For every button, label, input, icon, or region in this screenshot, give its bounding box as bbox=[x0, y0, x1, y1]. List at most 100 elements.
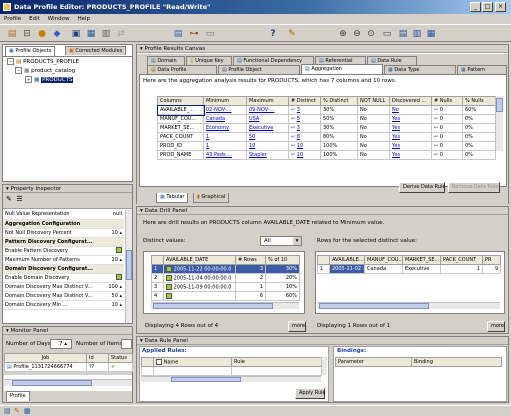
export-icon[interactable]: ▣ bbox=[70, 28, 82, 40]
minimize-button[interactable]: _ bbox=[470, 2, 481, 12]
rows-row[interactable]: 1 2005-11-02 ... Canada Executive 1 9 bbox=[317, 264, 501, 274]
agg-col-header[interactable]: Maximum bbox=[246, 96, 289, 106]
link-icon[interactable]: ⊶ bbox=[188, 28, 200, 40]
property-value[interactable]: 10 ▴ bbox=[96, 255, 124, 265]
agg-row[interactable]: MARKET_SE... Economy Executive ↩ 3 30% No Yes ↩… bbox=[157, 123, 496, 133]
parameter-col-header[interactable]: Parameter bbox=[335, 357, 412, 367]
tab-data-profile[interactable]: ▤ Data Profile bbox=[147, 65, 217, 74]
menu-window[interactable]: Window bbox=[44, 16, 74, 22]
property-scrollbar[interactable] bbox=[125, 210, 132, 323]
agg-col-header[interactable]: Columns bbox=[157, 96, 204, 106]
rows-h-scrollbar[interactable] bbox=[317, 302, 500, 309]
zoom-fit-icon[interactable]: ⊙ bbox=[365, 28, 377, 40]
agg-cell[interactable]: Yes bbox=[389, 114, 432, 124]
rules-v-scrollbar[interactable] bbox=[321, 357, 327, 375]
row-checkbox[interactable] bbox=[166, 274, 172, 281]
agg-cell[interactable]: Executive bbox=[246, 123, 289, 133]
row-checkbox[interactable] bbox=[166, 283, 172, 290]
rows-col-header[interactable] bbox=[317, 255, 330, 265]
menu-edit[interactable]: Edit bbox=[25, 16, 44, 22]
spinner-icon[interactable]: ▴ bbox=[118, 302, 122, 308]
property-row[interactable]: Aggregation Configuration bbox=[3, 219, 124, 229]
tab-graphical[interactable]: ▮ Graphical bbox=[193, 193, 230, 203]
agg-col-header[interactable]: Minimum bbox=[203, 96, 247, 106]
tab-pattern[interactable]: ▦ Pattern bbox=[457, 65, 507, 74]
menu-help[interactable]: Help bbox=[73, 16, 94, 22]
spinner-icon[interactable]: ▴ bbox=[118, 293, 122, 299]
agg-col-header[interactable]: # Nulls bbox=[431, 96, 463, 106]
property-value[interactable]: 50 ▴ bbox=[96, 291, 124, 301]
distinct-h-scrollbar[interactable] bbox=[151, 302, 299, 309]
agg-cell[interactable]: No bbox=[389, 105, 432, 115]
agg-cell[interactable]: Canada bbox=[203, 114, 247, 124]
property-row[interactable]: Not Null Discovery Percent 10 ▴ bbox=[3, 228, 124, 238]
profile-icon[interactable]: ▤ bbox=[6, 28, 18, 40]
distinct-col-header[interactable]: # Rows bbox=[235, 255, 266, 265]
property-value[interactable]: null bbox=[96, 210, 124, 220]
tab-domain[interactable]: ▤ Domain bbox=[147, 56, 185, 65]
property-row[interactable]: Enable Pattern Discovery bbox=[3, 246, 124, 256]
remove-data-rule-button[interactable]: Remove Data Rule bbox=[448, 182, 500, 193]
items-spinner[interactable] bbox=[121, 339, 132, 349]
distinct-col-header[interactable]: % of 10 bbox=[265, 255, 300, 265]
spinner-icon[interactable]: ▴ bbox=[118, 284, 122, 290]
table-icon[interactable]: ▥ bbox=[100, 28, 112, 40]
tab-unique-key[interactable]: ⚷ Unique Key bbox=[186, 56, 232, 65]
agg-row[interactable]: MANUF_COU... Canada USA ↩ 5 50% No Yes ↩ 0 0% bbox=[157, 114, 496, 124]
agg-cell[interactable]: Yes bbox=[389, 150, 432, 160]
checkbox[interactable] bbox=[116, 274, 122, 281]
agg-cell[interactable]: 02-NOV-... bbox=[203, 105, 247, 115]
row-checkbox[interactable] bbox=[166, 292, 172, 299]
agg-cell[interactable]: 43 Pads ... bbox=[203, 150, 247, 160]
tree-item-products[interactable]: + ▦ PRODUCTS bbox=[25, 76, 74, 83]
agg-cell[interactable]: USA bbox=[246, 114, 289, 124]
menu-profile[interactable]: Profile bbox=[0, 16, 25, 22]
property-row[interactable]: Enable Domain Discovery bbox=[3, 273, 124, 283]
wand-icon[interactable]: ✎ bbox=[286, 28, 298, 40]
agg-cell[interactable]: Yes bbox=[389, 141, 432, 151]
zoom-in-icon[interactable]: ⊕ bbox=[337, 28, 349, 40]
agg-cell[interactable]: 1 bbox=[203, 132, 247, 142]
property-row[interactable]: Domain Discovery Max Distinct V... 50 ▴ bbox=[3, 291, 124, 301]
property-row[interactable]: Domain Discovery Min ... 10 ▴ bbox=[3, 300, 124, 310]
sync-icon[interactable]: ⇄ bbox=[115, 28, 127, 40]
agg-col-header[interactable]: Discovered ... bbox=[389, 96, 432, 106]
tab-corrected-modules[interactable]: ▣ Corrected Modules bbox=[65, 46, 127, 55]
agg-cell[interactable]: 09-NOV-... bbox=[246, 105, 289, 115]
categorize-icon[interactable]: ✎ bbox=[6, 195, 12, 203]
rows-col-header[interactable]: AVAILABLE... bbox=[329, 255, 365, 265]
job-col-header[interactable]: Job bbox=[4, 353, 87, 363]
rows-col-header[interactable]: PACK_COUNT bbox=[440, 255, 483, 265]
agg-col-header[interactable]: % Nulls bbox=[462, 96, 496, 106]
tab-profile-objects[interactable]: ▣ Profile Objects bbox=[5, 46, 56, 56]
layout-grid-icon[interactable]: ▦ bbox=[425, 28, 437, 40]
property-row[interactable]: Domain Discovery Configurat... bbox=[3, 264, 124, 274]
agg-cell[interactable]: ↩ 8 bbox=[288, 132, 321, 142]
agg-cell[interactable]: Stapler bbox=[246, 150, 289, 160]
agg-cell[interactable]: Yes bbox=[389, 132, 432, 142]
property-value[interactable] bbox=[96, 273, 124, 283]
open-icon[interactable]: ⊟ bbox=[21, 28, 33, 40]
distinct-row[interactable]: 1 2005-11-22 00:00:00.0 3 30% bbox=[151, 264, 300, 274]
agg-cell[interactable]: 10 bbox=[246, 141, 289, 151]
property-value[interactable]: 10 ▴ bbox=[96, 228, 124, 238]
apply-rule-button[interactable]: Apply Rule bbox=[295, 388, 326, 399]
agg-row[interactable]: PACK_COUNT 1 50 ↩ 8 80% No Yes ↩ 0 0% bbox=[157, 132, 496, 142]
agg-cell[interactable]: ↩ 10 bbox=[288, 141, 321, 151]
rule-icon[interactable]: ▤ bbox=[172, 28, 184, 40]
tree-item-module[interactable]: − ▦ product_catalog bbox=[15, 67, 75, 74]
job-row[interactable]: ▤ Profile_1131724666774?? ✔ bbox=[4, 362, 133, 372]
agg-cell[interactable]: Yes bbox=[389, 123, 432, 133]
agg-cell[interactable]: ↩ 10 bbox=[288, 150, 321, 160]
layout-horizontal-icon[interactable]: ▤ bbox=[397, 28, 409, 40]
property-row[interactable]: Domain Discovery Max Distinct V... 100 ▴ bbox=[3, 282, 124, 292]
property-value[interactable]: 100 ▴ bbox=[96, 282, 124, 292]
rows-col-header[interactable]: MARKET_SE... bbox=[402, 255, 441, 265]
spinner-icon[interactable]: ▴ bbox=[118, 230, 122, 236]
agg-cell[interactable]: ↩ 3 bbox=[288, 105, 321, 115]
agg-cell[interactable]: 1 bbox=[203, 141, 247, 151]
agg-row[interactable]: AVAILABLE_... 02-NOV-... 09-NOV-... ↩ 3 30% N… bbox=[156, 104, 496, 116]
property-value[interactable]: 10 ▴ bbox=[96, 300, 124, 310]
binding-col-header[interactable]: Binding bbox=[411, 357, 502, 367]
agg-cell[interactable]: ↩ 5 bbox=[288, 114, 321, 124]
